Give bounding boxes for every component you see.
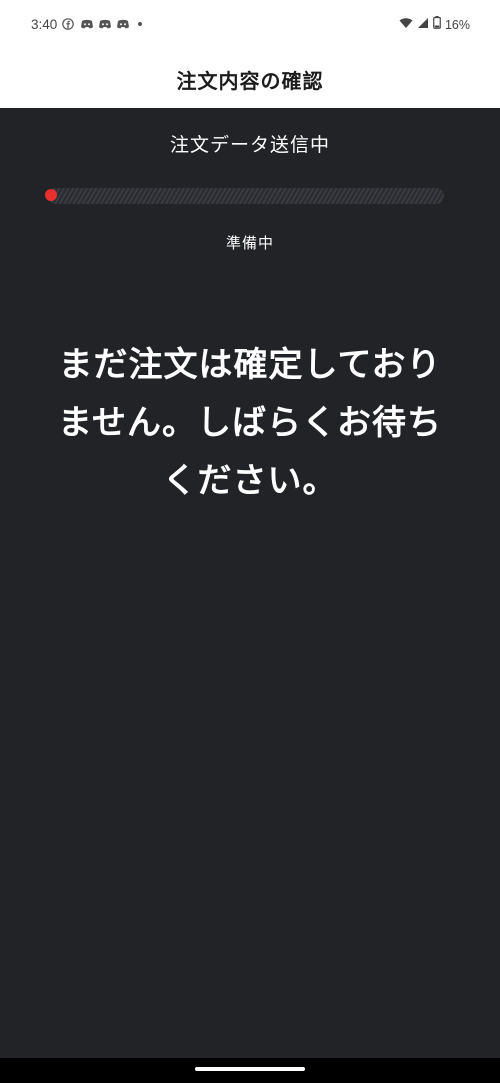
discord-icon [80, 18, 93, 30]
progress-status: 準備中 [225, 234, 274, 252]
dot-icon [134, 18, 146, 30]
page-title: 注文内容の確認 [176, 68, 324, 93]
signal-icon [417, 17, 429, 33]
progress-track [48, 188, 444, 204]
system-icons: 16% [399, 16, 470, 33]
discord-icon [98, 18, 111, 30]
main-content: 注文データ送信中 準備中 まだ注文は確定しておりません。しばらくお待ちください。 [0, 108, 500, 1058]
navigation-bar [0, 1058, 500, 1083]
app-bar: 注文内容の確認 [0, 50, 500, 108]
status-bar: 3:40 16% [0, 0, 500, 50]
notice-message: まだ注文は確定しておりません。しばらくお待ちください。 [58, 345, 442, 501]
order-confirm-screen: 3:40 16% 注文内容の確認 注文データ送信中 準備中 まだ注文は確定してお… [0, 0, 500, 1083]
progress-indicator [45, 189, 57, 201]
status-time: 3:40 [31, 17, 58, 32]
notification-icons [62, 18, 146, 30]
wifi-icon [399, 17, 413, 33]
sending-title: 注文データ送信中 [169, 134, 330, 156]
battery-percentage: 16% [444, 17, 470, 32]
battery-icon [433, 16, 441, 33]
facebook-icon [62, 18, 74, 30]
home-indicator[interactable] [195, 1067, 305, 1071]
discord-icon [116, 18, 129, 30]
